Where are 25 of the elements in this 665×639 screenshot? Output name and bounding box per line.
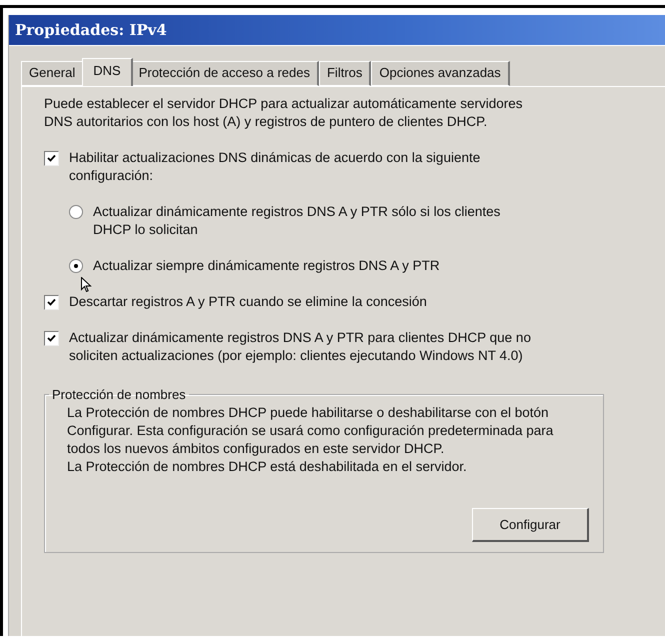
radio-button[interactable] <box>69 259 83 273</box>
tab[interactable]: General <box>21 61 84 86</box>
window-title: Propiedades: IPv4 <box>15 21 167 39</box>
check-icon <box>47 154 56 163</box>
option-label: Habilitar actualizaciones DNS dinámicas de acuerdo con la siguiente configuración: <box>69 149 482 185</box>
tab[interactable]: Opciones avanzadas <box>371 61 510 86</box>
checkbox[interactable] <box>44 151 59 166</box>
check-icon <box>47 334 56 343</box>
group-title: Protección de nombres <box>51 387 187 402</box>
option-label: Actualizar siempre dinámicamente registros DNS A y PTR <box>93 257 441 275</box>
intro-text: Puede establecer el servidor DHCP para actualizar automáticamente servidores DNS autoritarios con los host (A) y registros de puntero de clientes DHCP. <box>44 95 524 131</box>
description-text: La Protección de nombres DHCP puede habilitarse o deshabilitarse con el botón Configurar. Esta configuración se usará como configuración predeterminada para todos los nuevos ámbitos configurados en este servidor DHCP. <box>67 404 554 458</box>
checkbox[interactable] <box>44 295 59 310</box>
tab[interactable]: Filtros <box>318 61 372 86</box>
option-label: Actualizar dinámicamente registros DNS A y PTR para clientes DHCP que no soliciten actualizaciones (por ejemplo: clientes ejecutando Windows NT 4.0) <box>69 329 532 365</box>
configure-button[interactable]: Configurar <box>472 508 589 542</box>
tab[interactable]: Protección de acceso a redes <box>130 61 319 86</box>
radio-button[interactable] <box>69 205 83 219</box>
option-label: Actualizar dinámicamente registros DNS A y PTR sólo si los clientes DHCP lo solicitan <box>93 203 502 239</box>
tab[interactable]: DNS <box>82 58 133 86</box>
status-text: La Protección de nombres DHCP está deshabilitada en el servidor. <box>67 458 468 476</box>
option-label: Descartar registros A y PTR cuando se elimine la concesión <box>69 293 428 311</box>
check-icon <box>47 298 56 307</box>
checkbox[interactable] <box>44 331 59 346</box>
cursor-icon <box>81 277 92 292</box>
